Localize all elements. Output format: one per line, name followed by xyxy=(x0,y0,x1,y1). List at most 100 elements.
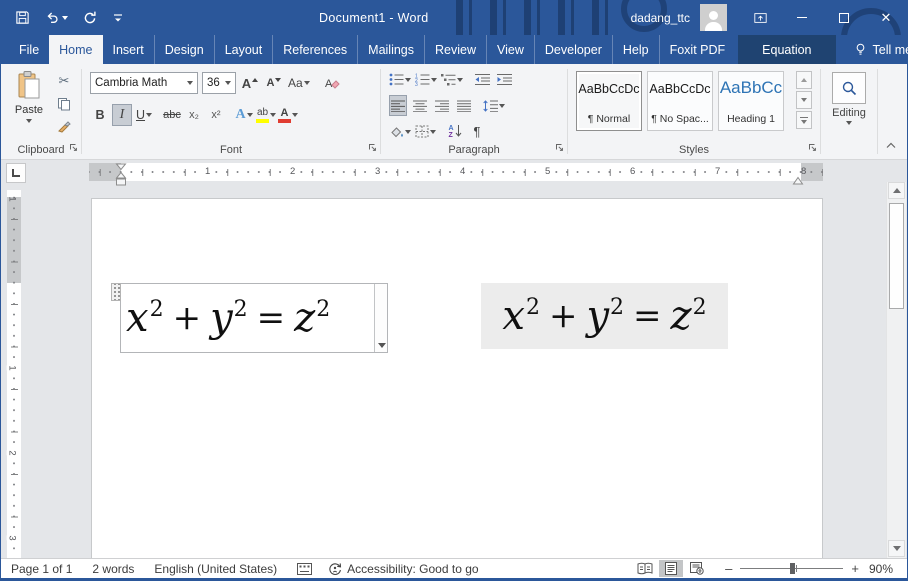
decrease-indent-button[interactable] xyxy=(473,69,491,90)
bullets-button[interactable] xyxy=(389,69,411,90)
equation-field-shaded[interactable]: x2+y2=z2 xyxy=(481,283,728,349)
indent-markers[interactable] xyxy=(115,163,127,193)
tab-references[interactable]: References xyxy=(272,35,357,64)
word-count[interactable]: 2 words xyxy=(92,562,134,576)
paste-dropdown-icon[interactable] xyxy=(26,119,32,123)
equation-editor-active[interactable]: x2+y2=z2 xyxy=(120,283,388,353)
undo-dropdown-icon[interactable] xyxy=(62,16,68,20)
justify-button[interactable] xyxy=(455,95,473,116)
tab-equation-contextual[interactable]: Equation xyxy=(738,35,835,64)
styles-scroll-down-button[interactable] xyxy=(796,91,812,109)
document-page[interactable]: x2+y2=z2 x2+y2=z2 xyxy=(91,198,823,558)
align-right-button[interactable] xyxy=(433,95,451,116)
save-button[interactable] xyxy=(15,10,30,25)
undo-button[interactable] xyxy=(44,10,68,25)
equation-content[interactable]: x2+y2=z2 xyxy=(121,284,374,352)
vertical-ruler[interactable]: 1 1 2 3 xyxy=(7,190,21,558)
account-user-name[interactable]: dadang_ttc xyxy=(631,11,690,25)
close-button[interactable]: ✕ xyxy=(865,0,907,35)
collapse-ribbon-button[interactable] xyxy=(885,140,897,153)
scrollbar-thumb[interactable] xyxy=(889,203,904,309)
font-name-combobox[interactable]: Cambria Math xyxy=(90,72,198,94)
zoom-percentage[interactable]: 90% xyxy=(869,562,893,576)
style-heading1[interactable]: AaBbCc Heading 1 xyxy=(718,71,784,131)
zoom-slider-thumb[interactable] xyxy=(790,563,795,574)
styles-scroll-up-button[interactable] xyxy=(796,71,812,89)
font-size-dropdown-icon[interactable] xyxy=(225,81,231,85)
maximize-button[interactable] xyxy=(823,0,865,35)
multilevel-dropdown-icon[interactable] xyxy=(457,78,463,82)
equation-dropdown-icon[interactable] xyxy=(378,343,386,348)
tell-me-button[interactable]: Tell me xyxy=(844,35,908,64)
read-mode-button[interactable] xyxy=(633,560,657,577)
font-color-dropdown-icon[interactable] xyxy=(292,113,298,117)
vertical-scrollbar[interactable] xyxy=(886,182,906,558)
style-no-spacing[interactable]: AaBbCcDc ¶ No Spac... xyxy=(647,71,713,131)
change-case-dropdown-icon[interactable] xyxy=(304,81,310,85)
numbering-button[interactable]: 123 xyxy=(415,69,437,90)
tab-review[interactable]: Review xyxy=(424,35,486,64)
align-center-button[interactable] xyxy=(411,95,429,116)
avatar[interactable] xyxy=(700,4,727,31)
editing-dropdown-icon[interactable] xyxy=(846,121,852,125)
superscript-button[interactable]: x² xyxy=(206,104,226,126)
tab-design[interactable]: Design xyxy=(154,35,214,64)
line-spacing-button[interactable] xyxy=(483,95,505,116)
shading-button[interactable] xyxy=(389,121,411,142)
italic-button-active[interactable]: I xyxy=(112,104,132,126)
minimize-button[interactable] xyxy=(781,0,823,35)
shading-dropdown-icon[interactable] xyxy=(405,130,411,134)
language-indicator[interactable]: English (United States) xyxy=(154,562,277,576)
tab-file[interactable]: File xyxy=(9,35,49,64)
scroll-up-button[interactable] xyxy=(888,182,905,199)
styles-more-button[interactable] xyxy=(796,111,812,129)
zoom-in-button[interactable]: + xyxy=(851,561,859,576)
equation-drag-handle-icon[interactable] xyxy=(111,283,121,301)
borders-dropdown-icon[interactable] xyxy=(430,130,436,134)
tab-layout[interactable]: Layout xyxy=(214,35,273,64)
sort-button[interactable]: AZ xyxy=(446,121,464,142)
scroll-down-button[interactable] xyxy=(888,540,905,557)
accessibility-status[interactable]: Accessibility: Good to go xyxy=(328,562,478,576)
show-hide-pilcrow-button[interactable]: ¶ xyxy=(468,121,486,142)
tab-view[interactable]: View xyxy=(486,35,534,64)
zoom-out-button[interactable]: – xyxy=(725,561,732,576)
tab-mailings[interactable]: Mailings xyxy=(357,35,424,64)
customize-qat-button[interactable] xyxy=(112,12,124,24)
align-left-button-active[interactable] xyxy=(389,95,407,116)
underline-dropdown-icon[interactable] xyxy=(146,113,152,117)
tab-insert[interactable]: Insert xyxy=(103,35,154,64)
equation-options-strip[interactable] xyxy=(374,284,387,352)
right-indent-marker[interactable] xyxy=(792,172,804,190)
multilevel-list-button[interactable] xyxy=(441,69,463,90)
change-case-button[interactable]: Aa xyxy=(288,72,310,94)
editing-button[interactable] xyxy=(832,72,866,104)
style-normal[interactable]: AaBbCcDc ¶ Normal xyxy=(576,71,642,131)
tab-developer[interactable]: Developer xyxy=(534,35,612,64)
clipboard-dialog-launcher[interactable] xyxy=(68,142,78,155)
tab-stop-selector[interactable] xyxy=(6,163,26,183)
web-layout-button[interactable] xyxy=(685,560,709,577)
strikethrough-button[interactable]: abc xyxy=(162,104,182,126)
grow-font-button[interactable]: A xyxy=(240,72,260,94)
underline-button[interactable]: U xyxy=(134,104,154,126)
font-dialog-launcher[interactable] xyxy=(367,142,377,155)
shrink-font-button[interactable]: A xyxy=(264,72,284,94)
tab-home[interactable]: Home xyxy=(49,35,102,64)
highlight-color-button[interactable]: ab xyxy=(256,104,276,126)
subscript-button[interactable]: x₂ xyxy=(184,104,204,126)
numbering-dropdown-icon[interactable] xyxy=(431,78,437,82)
styles-dialog-launcher[interactable] xyxy=(807,142,817,155)
font-name-dropdown-icon[interactable] xyxy=(187,81,193,85)
text-effects-button[interactable]: A xyxy=(234,104,254,126)
tab-foxit-pdf[interactable]: Foxit PDF xyxy=(659,35,736,64)
clear-formatting-button[interactable]: A xyxy=(322,72,342,94)
zoom-slider[interactable] xyxy=(740,563,843,574)
paragraph-dialog-launcher[interactable] xyxy=(554,142,564,155)
font-size-combobox[interactable]: 36 xyxy=(202,72,236,94)
macro-record-button[interactable] xyxy=(297,563,312,575)
page-indicator[interactable]: Page 1 of 1 xyxy=(11,562,72,576)
redo-button[interactable] xyxy=(82,10,98,26)
highlight-dropdown-icon[interactable] xyxy=(270,113,276,117)
copy-button[interactable] xyxy=(53,94,75,114)
